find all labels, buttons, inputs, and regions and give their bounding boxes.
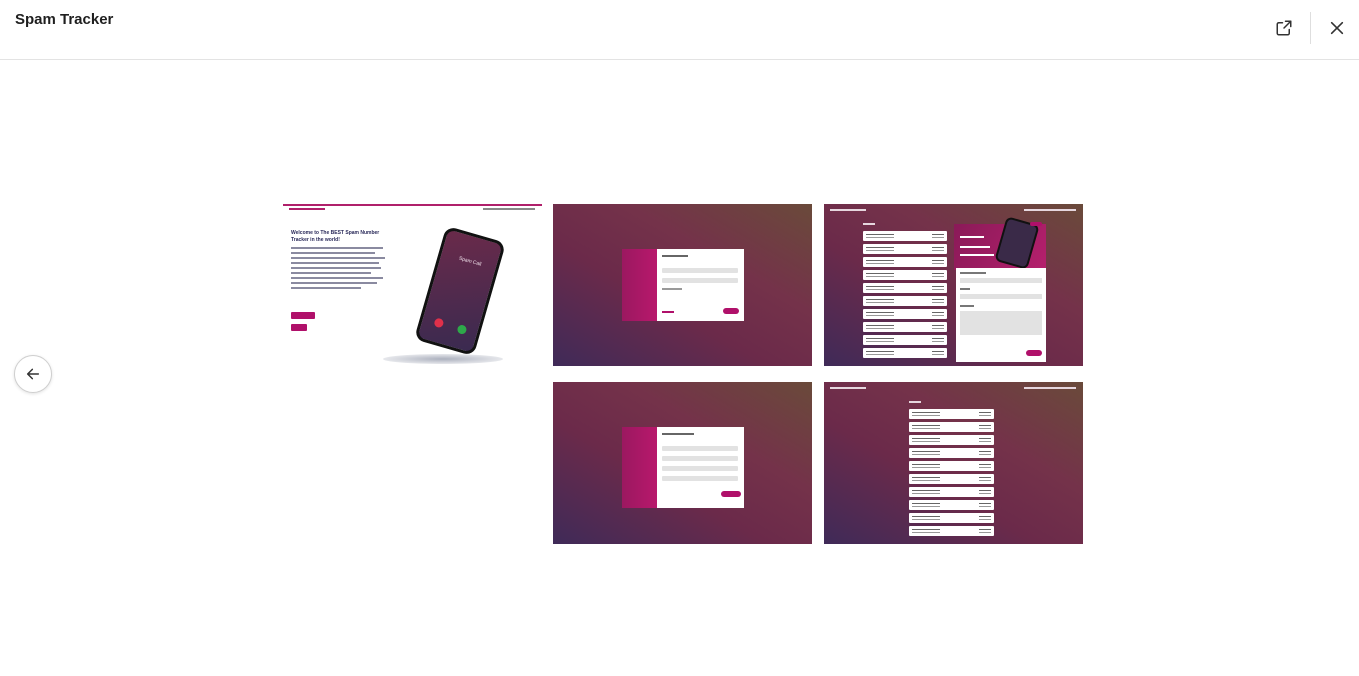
- thumb-report-form: [956, 268, 1046, 362]
- list-item: [863, 244, 947, 254]
- thumb-phone-label: Spam Call: [458, 255, 482, 268]
- thumb-card-side: [622, 427, 657, 508]
- thumb-card-side: [622, 249, 657, 321]
- thumb-nav-brand: [289, 208, 325, 210]
- list-item: [909, 500, 994, 510]
- list-item: [909, 526, 994, 536]
- thumb-nav-brand: [830, 387, 866, 389]
- accept-call-icon: [456, 323, 468, 336]
- list-item: [909, 513, 994, 523]
- gallery-thumbnail-dashboard[interactable]: [824, 204, 1083, 366]
- gallery-thumbnail-login[interactable]: [553, 204, 812, 366]
- thumb-field: [662, 476, 738, 481]
- list-item: [863, 257, 947, 267]
- thumb-field-label: [960, 288, 970, 290]
- gallery-thumbnail-register[interactable]: [553, 382, 812, 544]
- thumb-form-title: [662, 255, 688, 257]
- thumb-nav-brand: [830, 209, 866, 211]
- thumb-field: [662, 268, 738, 273]
- external-link-icon: [1276, 20, 1292, 36]
- thumb-submit-button: [1026, 350, 1042, 356]
- list-item: [909, 461, 994, 471]
- close-button[interactable]: [1323, 14, 1351, 42]
- modal-header: Spam Tracker: [0, 0, 1359, 60]
- thumb-hero-line: [960, 254, 994, 256]
- thumb-hero-headline: Welcome to The BEST Spam Number Tracker …: [291, 230, 380, 243]
- thumb-hero-line: [960, 246, 990, 248]
- list-item: [863, 296, 947, 306]
- list-item: [909, 448, 994, 458]
- thumb-login-button: [723, 308, 739, 314]
- thumb-login-button: [291, 324, 307, 331]
- thumb-field: [960, 278, 1042, 283]
- list-item: [909, 409, 994, 419]
- thumb-nav-links: [483, 208, 535, 210]
- thumb-register-link: [662, 311, 674, 313]
- thumb-field: [662, 278, 738, 283]
- list-item: [909, 474, 994, 484]
- list-item: [909, 422, 994, 432]
- list-item: [863, 283, 947, 293]
- thumb-form-title: [662, 433, 694, 435]
- thumb-nav-links: [1024, 387, 1076, 389]
- list-item: [863, 309, 947, 319]
- project-modal: Spam Tracker Welcome to The BEST Spam Nu…: [0, 0, 1359, 676]
- thumb-register-button: [721, 491, 741, 497]
- thumb-cta-button: [291, 312, 315, 319]
- thumb-number-list: [909, 409, 994, 539]
- list-item: [863, 322, 947, 332]
- thumb-nav-links: [1024, 209, 1076, 211]
- thumb-field: [960, 294, 1042, 299]
- decline-call-icon: [433, 317, 445, 329]
- thumb-hero-line: [960, 236, 984, 238]
- thumb-hero-text: [291, 247, 387, 292]
- list-item: [863, 231, 947, 241]
- thumb-top-border: [283, 204, 542, 206]
- thumb-login-form: [657, 249, 744, 321]
- arrow-left-icon: [26, 368, 40, 380]
- thumb-badge: [1030, 222, 1042, 226]
- thumb-phone-shadow: [383, 354, 503, 364]
- thumb-field: [662, 466, 738, 471]
- page-title: Spam Tracker: [15, 11, 114, 28]
- thumb-list-title: [909, 401, 921, 403]
- list-item: [863, 335, 947, 345]
- thumb-form-note: [662, 288, 682, 290]
- thumb-number-list: [863, 231, 947, 361]
- thumb-textarea: [960, 311, 1042, 335]
- list-item: [863, 348, 947, 358]
- list-item: [863, 270, 947, 280]
- thumb-form-title: [960, 272, 986, 274]
- list-item: [909, 435, 994, 445]
- thumb-register-form: [657, 427, 744, 508]
- thumb-list-title: [863, 223, 875, 225]
- thumb-field-label: [960, 305, 974, 307]
- header-divider: [1310, 12, 1311, 44]
- list-item: [909, 487, 994, 497]
- thumb-phone-illustration: Spam Call: [413, 225, 507, 357]
- thumb-field: [662, 446, 738, 451]
- previous-button[interactable]: [14, 355, 52, 393]
- gallery-thumbnail-landing[interactable]: Welcome to The BEST Spam Number Tracker …: [283, 204, 542, 366]
- open-external-button[interactable]: [1270, 14, 1298, 42]
- gallery-thumbnail-list[interactable]: [824, 382, 1083, 544]
- close-icon: [1330, 21, 1344, 35]
- thumb-field: [662, 456, 738, 461]
- thumb-login-card: [622, 249, 744, 321]
- thumb-register-card: [622, 427, 744, 508]
